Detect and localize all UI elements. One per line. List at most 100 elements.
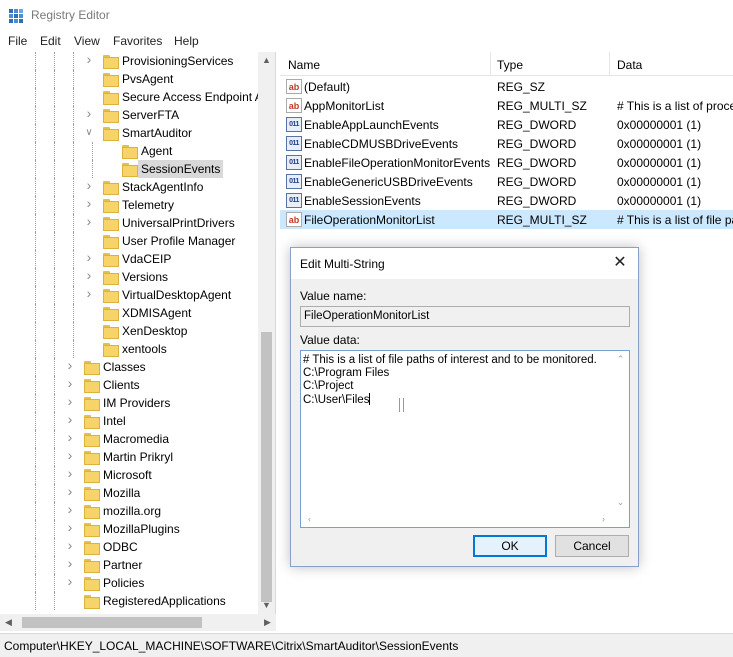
scroll-up-icon[interactable]: ⌃ <box>612 351 629 368</box>
tree-item[interactable]: › Macromedia <box>0 430 258 448</box>
tree-guide-line <box>35 376 36 394</box>
scroll-right-icon[interactable]: › <box>595 511 612 528</box>
close-icon[interactable]: ✕ <box>609 252 631 274</box>
scroll-right-icon[interactable]: ▶ <box>259 614 276 631</box>
tree-item[interactable]: RegisteredApplications <box>0 592 258 610</box>
registry-value-row[interactable]: 011 EnableSessionEvents REG_DWORD 0x0000000… <box>280 191 733 210</box>
column-header-data[interactable]: Data <box>617 58 642 72</box>
tree-item[interactable]: › UniversalPrintDrivers <box>0 214 258 232</box>
chevron-right-icon[interactable]: › <box>84 106 94 120</box>
ok-button[interactable]: OK <box>473 535 547 557</box>
tree-item[interactable]: › Martin Prikryl <box>0 448 258 466</box>
registry-value-row[interactable]: 011 EnableFileOperationMonitorEvents REG_D… <box>280 153 733 172</box>
tree-horizontal-scrollbar[interactable]: ◀ ▶ <box>0 614 276 631</box>
tree-item[interactable]: › Mozilla <box>0 484 258 502</box>
chevron-right-icon[interactable]: › <box>65 358 75 372</box>
tree-item[interactable]: › Intel <box>0 412 258 430</box>
column-header-name[interactable]: Name <box>288 58 320 72</box>
tree-item[interactable]: › StackAgentInfo <box>0 178 258 196</box>
tree-guide-line <box>54 268 55 286</box>
tree-item[interactable]: › Versions <box>0 268 258 286</box>
chevron-right-icon[interactable]: › <box>65 376 75 390</box>
tree-item[interactable]: › Microsoft <box>0 466 258 484</box>
menu-favorites[interactable]: Favorites <box>113 34 162 48</box>
scroll-down-icon[interactable]: ▼ <box>258 597 275 614</box>
value-data-cell: 0x00000001 (1) <box>617 175 702 189</box>
registry-key-tree[interactable]: › ProvisioningServices PvsAgent Secure Acce… <box>0 52 276 614</box>
tree-item[interactable]: › Telemetry <box>0 196 258 214</box>
chevron-right-icon[interactable]: › <box>84 268 94 282</box>
tree-guide-line <box>35 448 36 466</box>
tree-item[interactable]: ∨ SmartAuditor <box>0 124 258 142</box>
chevron-right-icon[interactable]: › <box>65 430 75 444</box>
tree-item[interactable]: › Classes <box>0 358 258 376</box>
cancel-button[interactable]: Cancel <box>555 535 629 557</box>
column-divider[interactable] <box>609 52 610 76</box>
tree-item[interactable]: Agent <box>0 142 258 160</box>
chevron-right-icon[interactable]: › <box>84 178 94 192</box>
value-data-cell: 0x00000001 (1) <box>617 156 702 170</box>
chevron-right-icon[interactable]: › <box>84 286 94 300</box>
chevron-right-icon[interactable]: › <box>84 214 94 228</box>
value-data-text[interactable]: # This is a list of file paths of intere… <box>303 354 609 407</box>
scroll-left-icon[interactable]: ◀ <box>0 614 17 631</box>
tree-item[interactable]: › ServerFTA <box>0 106 258 124</box>
title-bar: Registry Editor <box>0 0 733 31</box>
value-data-horizontal-scrollbar[interactable]: ‹ › <box>301 511 612 528</box>
scroll-down-icon[interactable]: ⌄ <box>612 494 629 511</box>
tree-item[interactable]: XenDesktop <box>0 322 258 340</box>
chevron-right-icon[interactable]: › <box>65 484 75 498</box>
tree-item[interactable]: › mozilla.org <box>0 502 258 520</box>
menu-view[interactable]: View <box>74 34 100 48</box>
tree-guide-line <box>54 538 55 556</box>
registry-value-row[interactable]: ab (Default) REG_SZ <box>280 77 733 96</box>
scroll-left-icon[interactable]: ‹ <box>301 511 318 528</box>
tree-item[interactable]: PvsAgent <box>0 70 258 88</box>
registry-value-row[interactable]: ab FileOperationMonitorList REG_MULTI_SZ # … <box>280 210 733 229</box>
value-data-textarea[interactable]: # This is a list of file paths of intere… <box>300 350 630 528</box>
menu-file[interactable]: File <box>8 34 27 48</box>
chevron-right-icon[interactable]: › <box>65 520 75 534</box>
tree-item[interactable]: › MozillaPlugins <box>0 520 258 538</box>
value-type-cell: REG_MULTI_SZ <box>497 213 587 227</box>
chevron-right-icon[interactable]: › <box>65 574 75 588</box>
chevron-right-icon[interactable]: › <box>84 52 94 66</box>
chevron-right-icon[interactable]: › <box>65 466 75 480</box>
tree-item[interactable]: › VirtualDesktopAgent <box>0 286 258 304</box>
scroll-thumb[interactable] <box>22 617 202 628</box>
tree-item[interactable]: › Clients <box>0 376 258 394</box>
chevron-right-icon[interactable]: › <box>84 196 94 210</box>
chevron-right-icon[interactable]: › <box>84 250 94 264</box>
column-header-type[interactable]: Type <box>497 58 523 72</box>
chevron-right-icon[interactable]: › <box>65 538 75 552</box>
chevron-right-icon[interactable]: › <box>65 502 75 516</box>
tree-item[interactable]: › Partner <box>0 556 258 574</box>
tree-item[interactable]: XDMISAgent <box>0 304 258 322</box>
tree-item[interactable]: SessionEvents <box>0 160 258 178</box>
chevron-right-icon[interactable]: › <box>65 448 75 462</box>
column-divider[interactable] <box>490 52 491 76</box>
value-data-vertical-scrollbar[interactable]: ⌃ ⌄ <box>612 351 629 512</box>
tree-item[interactable]: xentools <box>0 340 258 358</box>
tree-item[interactable]: Secure Access Endpoint A <box>0 88 263 106</box>
value-type-cell: REG_DWORD <box>497 137 577 151</box>
tree-item[interactable]: › Policies <box>0 574 258 592</box>
scroll-thumb[interactable] <box>261 332 272 602</box>
chevron-right-icon[interactable]: › <box>65 394 75 408</box>
scroll-up-icon[interactable]: ▲ <box>258 52 275 69</box>
tree-item[interactable]: › VdaCEIP <box>0 250 258 268</box>
registry-value-row[interactable]: ab AppMonitorList REG_MULTI_SZ # This is a … <box>280 96 733 115</box>
registry-value-row[interactable]: 011 EnableGenericUSBDriveEvents REG_DWORD 0… <box>280 172 733 191</box>
tree-item[interactable]: › IM Providers <box>0 394 258 412</box>
chevron-right-icon[interactable]: › <box>65 412 75 426</box>
tree-vertical-scrollbar[interactable]: ▲ ▼ <box>258 52 275 614</box>
tree-item[interactable]: › ProvisioningServices <box>0 52 258 70</box>
menu-edit[interactable]: Edit <box>40 34 61 48</box>
registry-value-row[interactable]: 011 EnableCDMUSBDriveEvents REG_DWORD 0x000… <box>280 134 733 153</box>
tree-item[interactable]: › ODBC <box>0 538 258 556</box>
chevron-right-icon[interactable]: › <box>65 556 75 570</box>
chevron-down-icon[interactable]: ∨ <box>84 127 94 139</box>
registry-value-row[interactable]: 011 EnableAppLaunchEvents REG_DWORD 0x00000… <box>280 115 733 134</box>
tree-item[interactable]: User Profile Manager <box>0 232 258 250</box>
menu-help[interactable]: Help <box>174 34 199 48</box>
